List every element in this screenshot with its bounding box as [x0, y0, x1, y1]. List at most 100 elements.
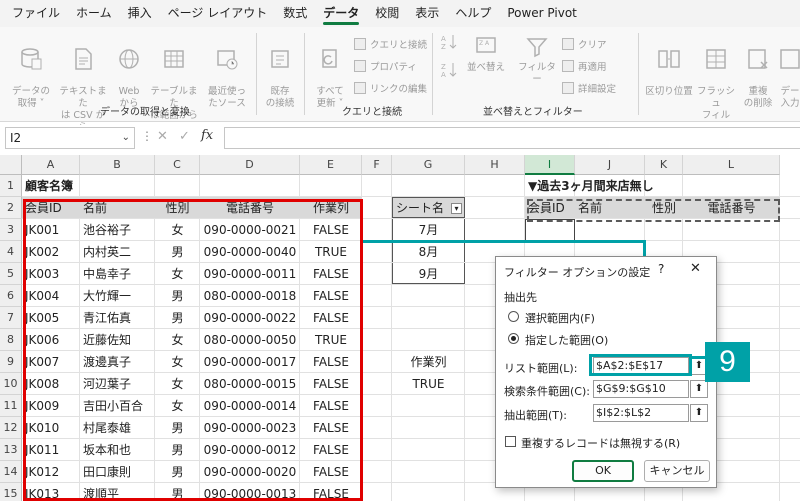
row-header-2[interactable]: 2 — [0, 197, 22, 219]
row-header-9[interactable]: 9 — [0, 351, 22, 373]
remove-duplicates-label: 重複 の削除 — [743, 86, 773, 109]
existing-connections-button[interactable]: 既存 の接続 — [260, 35, 300, 110]
formula-input[interactable] — [224, 127, 800, 149]
reapply-icon — [562, 60, 574, 72]
text-csv-button[interactable]: テキストまた は CSV から — [57, 35, 109, 134]
column-header-b[interactable]: B — [80, 155, 155, 175]
menu-power-pivot[interactable]: Power Pivot — [499, 0, 585, 27]
row-header-13[interactable]: 13 — [0, 439, 22, 461]
reapply-button[interactable]: 再適用 — [562, 59, 607, 73]
column-header-g[interactable]: G — [392, 155, 465, 175]
menu-view[interactable]: 表示 — [407, 0, 447, 27]
active-cell-outline — [525, 219, 575, 241]
enter-check-icon[interactable]: ✓ — [179, 129, 190, 144]
data-validation-button[interactable]: デー 入力 — [778, 35, 800, 110]
row-header-12[interactable]: 12 — [0, 417, 22, 439]
queries-connections-button[interactable]: クエリと接続 — [354, 37, 427, 51]
row-header-4[interactable]: 4 — [0, 241, 22, 263]
insert-function-button[interactable]: fx — [201, 128, 213, 143]
range-picker-icon[interactable]: ⬆ — [690, 404, 708, 422]
menu-data[interactable]: データ — [315, 0, 367, 27]
column-header-a[interactable]: A — [22, 155, 80, 175]
sort-az-icon: AZ — [441, 35, 457, 51]
radio-copy-to[interactable] — [508, 333, 519, 344]
menu-formulas[interactable]: 数式 — [275, 0, 315, 27]
column-header-c[interactable]: C — [155, 155, 200, 175]
name-box[interactable]: I2 ⌄ — [5, 127, 135, 149]
table-icon — [164, 50, 184, 68]
recent-sources-label: 最近使っ たソース — [207, 86, 246, 109]
row-header-7[interactable]: 7 — [0, 307, 22, 329]
sheet-title-cell[interactable]: 顧客名簿 — [22, 175, 200, 196]
row-header-8[interactable]: 8 — [0, 329, 22, 351]
flash-fill-button[interactable]: フラッシュ フィル — [696, 35, 736, 122]
row-header-10[interactable]: 10 — [0, 373, 22, 395]
column-header-e[interactable]: E — [300, 155, 362, 175]
column-header-k[interactable]: K — [645, 155, 683, 175]
cancel-icon[interactable]: ✕ — [157, 129, 168, 144]
connection-icon — [271, 50, 289, 68]
recent-sources-button[interactable]: 最近使っ たソース — [202, 35, 252, 110]
row-header-3[interactable]: 3 — [0, 219, 22, 241]
filter-button[interactable]: フィルター — [515, 35, 559, 86]
text-to-columns-button[interactable]: 区切り位置 — [644, 35, 694, 98]
sort-dialog-icon: Z A — [476, 37, 496, 53]
row-header-15[interactable]: 15 — [0, 483, 22, 501]
column-header-j[interactable]: J — [575, 155, 645, 175]
row-header-11[interactable]: 11 — [0, 395, 22, 417]
cancel-button[interactable]: キャンセル — [644, 460, 710, 482]
chevron-down-icon[interactable]: ⌄ — [122, 128, 130, 148]
edit-links-button[interactable]: リンクの編集 — [354, 81, 427, 95]
annotation-connector — [692, 356, 706, 359]
sheet-name-cell[interactable]: 8月 — [392, 241, 465, 262]
refresh-all-button[interactable]: すべて 更新 ˅ — [310, 35, 350, 110]
column-header-l[interactable]: L — [683, 155, 780, 175]
menu-insert[interactable]: 挿入 — [120, 0, 160, 27]
criteria-range-input[interactable]: $G$9:$G$10 — [593, 380, 689, 398]
close-icon[interactable]: ✕ — [690, 261, 701, 276]
criteria-value-cell[interactable]: TRUE — [392, 373, 465, 394]
remove-duplicates-button[interactable]: 重複 の削除 — [740, 35, 776, 110]
column-header-i[interactable]: I — [525, 155, 575, 175]
menu-home[interactable]: ホーム — [68, 0, 120, 27]
column-header-f[interactable]: F — [362, 155, 392, 175]
clear-button[interactable]: クリア — [562, 37, 607, 51]
row-header-14[interactable]: 14 — [0, 461, 22, 483]
unique-records-checkbox[interactable] — [505, 436, 516, 447]
output-title-cell[interactable]: ▼過去3ヶ月間来店無し — [525, 175, 683, 196]
link-icon — [354, 82, 366, 94]
sort-button[interactable]: Z A 並べ替え — [464, 35, 508, 74]
web-button[interactable]: Web から — [111, 35, 147, 110]
sort-za-button[interactable]: ZA — [438, 61, 460, 82]
menu-help[interactable]: ヘルプ — [447, 0, 499, 27]
properties-button[interactable]: プロパティ — [354, 59, 417, 73]
get-data-button[interactable]: データの 取得 ˅ — [6, 35, 56, 110]
select-all-corner[interactable] — [0, 155, 22, 175]
advanced-label: 詳細設定 — [578, 84, 617, 95]
ok-button[interactable]: OK — [572, 460, 634, 482]
menu-review[interactable]: 校閲 — [367, 0, 407, 27]
step-badge: 9 — [705, 342, 750, 382]
sheet-name-cell[interactable]: 9月 — [392, 263, 465, 284]
radio-in-place[interactable] — [508, 311, 519, 322]
sheet-name-header-cell[interactable]: シート名 ▾ — [392, 197, 465, 218]
criteria-header-cell[interactable]: 作業列 — [392, 351, 465, 372]
copy-marquee — [527, 199, 780, 222]
column-header-h[interactable]: H — [465, 155, 525, 175]
advanced-filter-icon — [562, 82, 574, 94]
help-icon[interactable]: ? — [658, 262, 664, 276]
row-header-1[interactable]: 1 — [0, 175, 22, 197]
row-header-6[interactable]: 6 — [0, 285, 22, 307]
advanced-filter-button[interactable]: 詳細設定 — [562, 81, 616, 95]
refresh-icon — [322, 49, 337, 68]
gridline — [779, 175, 780, 501]
menu-file[interactable]: ファイル — [4, 0, 68, 27]
extract-range-input[interactable]: $I$2:$L$2 — [593, 404, 689, 422]
range-picker-icon[interactable]: ⬆ — [690, 380, 708, 398]
row-header-5[interactable]: 5 — [0, 263, 22, 285]
sheet-name-cell[interactable]: 7月 — [392, 219, 465, 240]
menu-page-layout[interactable]: ページ レイアウト — [160, 0, 276, 27]
filter-dropdown-icon[interactable]: ▾ — [451, 203, 462, 214]
sort-az-button[interactable]: AZ — [438, 33, 460, 54]
column-header-d[interactable]: D — [200, 155, 300, 175]
